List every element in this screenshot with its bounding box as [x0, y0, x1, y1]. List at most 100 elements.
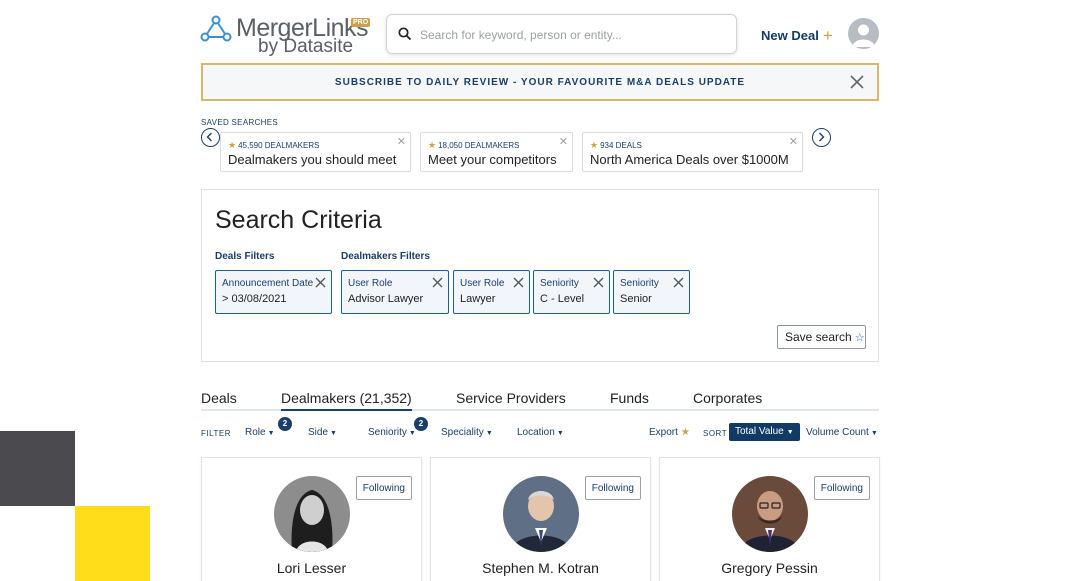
filter-chip[interactable]: User Role Advisor Lawyer — [341, 270, 449, 314]
decorative-gray-block — [0, 431, 75, 506]
filter-chip-value: Advisor Lawyer — [348, 293, 424, 305]
saved-searches-label: SAVED SEARCHES — [201, 118, 278, 127]
sort-total-value-button[interactable]: Total Value ▼ — [729, 423, 800, 441]
caret-down-icon: ▼ — [330, 430, 337, 437]
filter-chip-value: Lawyer — [460, 293, 496, 305]
remove-saved-search-icon[interactable]: ✕ — [559, 135, 568, 148]
caret-down-icon: ▼ — [786, 429, 794, 436]
close-icon[interactable] — [849, 74, 865, 90]
profile-photo[interactable] — [732, 476, 808, 552]
pro-badge: PRO — [351, 18, 371, 27]
filter-chip-key: Seniority — [620, 278, 659, 289]
saved-search-count: 18,050 DEALMAKERS — [438, 141, 520, 150]
filter-chip-value: Senior — [620, 293, 652, 305]
following-button[interactable]: Following — [355, 476, 412, 500]
saved-search-title: Meet your competitors — [428, 152, 557, 167]
filter-dropdown-label: Role — [245, 427, 266, 438]
remove-filter-icon[interactable] — [593, 277, 604, 288]
star-outline-icon: ☆ — [854, 332, 865, 344]
global-search[interactable] — [386, 14, 737, 54]
sort-volume-count-button[interactable]: Volume Count ▼ — [806, 427, 878, 438]
results-tabs: Deals Dealmakers (21,352) Service Provid… — [201, 388, 879, 411]
plus-icon: + — [822, 26, 833, 45]
tab-deals[interactable]: Deals — [201, 390, 237, 406]
following-button[interactable]: Following — [584, 476, 641, 500]
filter-chip-value: C - Level — [540, 293, 585, 305]
save-search-button[interactable]: Save search ☆ — [777, 325, 866, 349]
person-silhouette-icon — [852, 24, 875, 47]
filter-chip[interactable]: Announcement Date > 03/08/2021 — [215, 270, 332, 314]
criteria-title: Search Criteria — [215, 206, 382, 234]
subscribe-banner[interactable]: SUBSCRIBE TO DAILY REVIEW - YOUR FAVOURI… — [201, 63, 879, 101]
saved-search-card[interactable]: ★ 18,050 DEALMAKERS Meet your competitors… — [420, 132, 573, 172]
filter-dropdown-label: Side — [308, 427, 329, 438]
filter-chip[interactable]: Seniority C - Level — [533, 270, 610, 314]
scroll-left-button[interactable] — [201, 128, 220, 147]
filter-chip[interactable]: User Role Lawyer — [453, 270, 530, 314]
profile-photo[interactable] — [503, 476, 579, 552]
new-deal-button[interactable]: New Deal + — [761, 25, 833, 45]
header: MergerLinks PRO by Datasite New Deal+ — [0, 0, 1069, 62]
filter-chip-key: Announcement Date — [222, 278, 314, 289]
export-label: Export — [649, 427, 678, 438]
saved-search-count: 934 DEALS — [600, 141, 642, 150]
saved-search-card[interactable]: ★ 45,590 DEALMAKERS Dealmakers you should… — [220, 132, 411, 172]
decorative-yellow-block — [75, 506, 150, 581]
tab-dealmakers[interactable]: Dealmakers (21,352) — [281, 390, 412, 411]
star-icon: ★ — [590, 140, 599, 150]
sort-label: SORT — [703, 429, 728, 438]
remove-filter-icon[interactable] — [673, 277, 684, 288]
chevron-left-icon — [206, 132, 212, 142]
remove-filter-icon[interactable] — [432, 277, 443, 288]
person-photo-icon — [274, 476, 350, 552]
mergerlinks-logo[interactable]: MergerLinks PRO by Datasite — [200, 13, 372, 59]
person-photo-icon — [732, 476, 808, 552]
filter-seniority-dropdown[interactable]: Seniority ▼ — [368, 427, 416, 438]
saved-search-card[interactable]: ★ 934 DEALS North America Deals over $100… — [582, 132, 803, 172]
star-icon: ★ — [228, 140, 237, 150]
new-deal-label: New Deal — [761, 28, 819, 43]
profile-photo[interactable] — [274, 476, 350, 552]
person-photo-icon — [503, 476, 579, 552]
chevron-right-icon — [819, 132, 825, 142]
filter-location-dropdown[interactable]: Location ▼ — [517, 427, 564, 438]
scroll-right-button[interactable] — [812, 128, 831, 147]
saved-search-title: North America Deals over $1000M — [590, 152, 789, 167]
user-avatar-icon[interactable] — [848, 18, 879, 49]
remove-saved-search-icon[interactable]: ✕ — [397, 135, 406, 148]
dealmaker-card[interactable]: Following Lori Lesser — [201, 457, 422, 581]
dealmakers-filters-label: Dealmakers Filters — [341, 251, 430, 262]
saved-search-title: Dealmakers you should meet — [228, 152, 397, 167]
filter-chip[interactable]: Seniority Senior — [613, 270, 690, 314]
tab-funds[interactable]: Funds — [610, 390, 649, 406]
filter-chip-value: > 03/08/2021 — [222, 293, 287, 305]
caret-down-icon: ▼ — [485, 430, 493, 437]
filter-speciality-dropdown[interactable]: Speciality ▼ — [441, 427, 493, 438]
tab-corporates[interactable]: Corporates — [693, 390, 762, 406]
search-input[interactable] — [420, 24, 720, 46]
remove-filter-icon[interactable] — [315, 277, 326, 288]
dealmaker-name[interactable]: Stephen M. Kotran — [431, 560, 650, 576]
following-button[interactable]: Following — [813, 476, 870, 500]
filter-label: FILTER — [201, 429, 231, 438]
filter-role-dropdown[interactable]: Role ▼ — [245, 427, 275, 438]
filter-dropdown-label: Seniority — [368, 427, 407, 438]
caret-down-icon: ▼ — [267, 430, 275, 437]
banner-text: SUBSCRIBE TO DAILY REVIEW - YOUR FAVOURI… — [334, 77, 746, 88]
dealmaker-name[interactable]: Lori Lesser — [202, 560, 421, 576]
sort-option-label: Volume Count — [806, 427, 869, 438]
remove-saved-search-icon[interactable]: ✕ — [789, 135, 798, 148]
dealmaker-card[interactable]: Following Stephen M. Kotran — [430, 457, 651, 581]
filter-side-dropdown[interactable]: Side ▼ — [308, 427, 337, 438]
saved-search-count: 45,590 DEALMAKERS — [238, 141, 320, 150]
search-icon — [398, 27, 412, 41]
export-button[interactable]: Export ★ — [649, 427, 690, 438]
tab-service-providers[interactable]: Service Providers — [456, 390, 566, 406]
search-criteria-panel: Search Criteria Deals Filters Dealmakers… — [201, 189, 879, 362]
dealmaker-card[interactable]: Following Gregory Pessin — [659, 457, 880, 581]
dealmaker-name[interactable]: Gregory Pessin — [660, 560, 879, 576]
filter-chip-key: Seniority — [540, 278, 579, 289]
caret-down-icon: ▼ — [556, 430, 564, 437]
filter-chip-key: User Role — [348, 278, 393, 289]
remove-filter-icon[interactable] — [513, 277, 524, 288]
